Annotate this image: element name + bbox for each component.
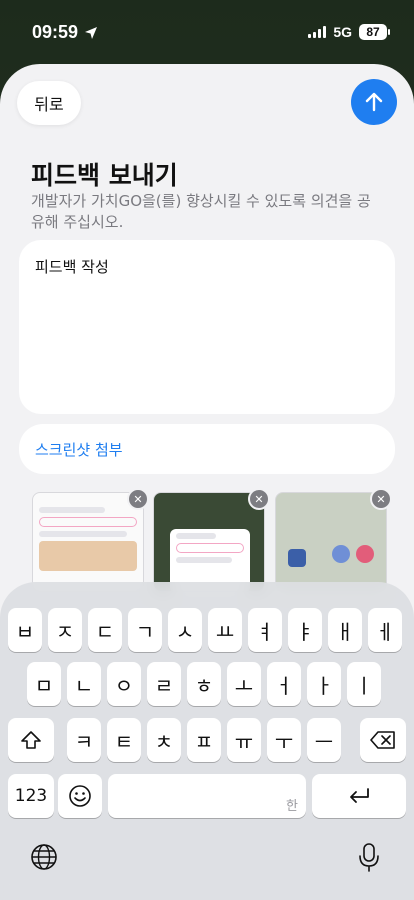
status-bar: 09:59 5G 87 <box>0 0 414 62</box>
key[interactable]: ㅣ <box>347 662 381 706</box>
network-type: 5G <box>333 24 352 40</box>
attach-screenshot-button[interactable]: 스크린샷 첨부 <box>19 424 395 474</box>
key[interactable]: ㅐ <box>328 608 362 652</box>
key[interactable]: ㅗ <box>227 662 261 706</box>
emoji-icon <box>69 785 91 807</box>
key[interactable]: ㅇ <box>107 662 141 706</box>
return-icon <box>350 788 369 803</box>
screenshot-thumbnails: ✕ ✕ ✕ <box>32 488 414 592</box>
space-language-hint: 한 <box>286 799 298 814</box>
send-button[interactable] <box>351 79 397 125</box>
close-icon[interactable]: ✕ <box>127 488 149 510</box>
battery-icon: 87 <box>359 24 390 40</box>
key[interactable]: ㄱ <box>128 608 162 652</box>
key[interactable]: ㅏ <box>307 662 341 706</box>
screenshot-thumbnail[interactable] <box>275 492 387 592</box>
key[interactable]: ㅅ <box>168 608 202 652</box>
status-time-group: 09:59 <box>32 22 98 43</box>
delete-key[interactable] <box>360 718 406 762</box>
arrow-up-icon <box>365 92 383 112</box>
key[interactable]: ㅌ <box>107 718 141 762</box>
shift-key[interactable] <box>8 718 54 762</box>
key[interactable]: ㅔ <box>368 608 402 652</box>
page-title: 피드백 보내기 <box>31 161 178 190</box>
key[interactable]: ㄷ <box>88 608 122 652</box>
key[interactable]: ㅑ <box>288 608 322 652</box>
cellular-signal-icon <box>308 26 327 38</box>
key[interactable]: ㅁ <box>27 662 61 706</box>
korean-keyboard: ㅂ ㅈ ㄷ ㄱ ㅅ ㅛ ㅕ ㅑ ㅐ ㅔ ㅁ ㄴ ㅇ ㄹ ㅎ ㅗ ㅓ ㅏ ㅣ ㅋ … <box>0 582 414 900</box>
key[interactable]: ㄴ <box>67 662 101 706</box>
battery-level: 87 <box>359 24 387 40</box>
key[interactable]: ㅍ <box>187 718 221 762</box>
backspace-icon <box>370 731 395 749</box>
key[interactable]: ㅜ <box>267 718 301 762</box>
numbers-key[interactable]: 123 <box>8 774 54 818</box>
shift-icon <box>21 731 41 749</box>
key[interactable]: ㅓ <box>267 662 301 706</box>
back-button[interactable]: 뒤로 <box>17 81 81 125</box>
key[interactable]: ㅎ <box>187 662 221 706</box>
key[interactable]: ㅊ <box>147 718 181 762</box>
attach-screenshot-label: 스크린샷 첨부 <box>35 440 123 459</box>
key[interactable]: ㅡ <box>307 718 341 762</box>
key[interactable]: ㄹ <box>147 662 181 706</box>
space-key[interactable]: 한 <box>108 774 306 818</box>
emoji-key[interactable] <box>58 774 102 818</box>
key[interactable]: ㅈ <box>48 608 82 652</box>
key[interactable]: ㅠ <box>227 718 261 762</box>
feedback-textarea[interactable]: 피드백 작성 <box>19 240 395 414</box>
screenshot-thumbnail[interactable] <box>32 492 144 592</box>
feedback-placeholder: 피드백 작성 <box>35 258 109 276</box>
key[interactable]: ㅂ <box>8 608 42 652</box>
key[interactable]: ㅋ <box>67 718 101 762</box>
globe-icon[interactable] <box>27 840 61 874</box>
page-subtitle: 개발자가 가치GO을(를) 향상시킬 수 있도록 의견을 공유해 주십시오. <box>31 192 371 231</box>
close-icon[interactable]: ✕ <box>248 488 270 510</box>
return-key[interactable] <box>312 774 406 818</box>
close-icon[interactable]: ✕ <box>370 488 392 510</box>
microphone-icon[interactable] <box>352 840 386 874</box>
key[interactable]: ㅕ <box>248 608 282 652</box>
screenshot-thumbnail[interactable] <box>153 492 265 592</box>
location-arrow-icon <box>85 26 98 39</box>
key[interactable]: ㅛ <box>208 608 242 652</box>
status-indicators: 5G 87 <box>308 24 390 40</box>
status-time: 09:59 <box>32 22 79 42</box>
